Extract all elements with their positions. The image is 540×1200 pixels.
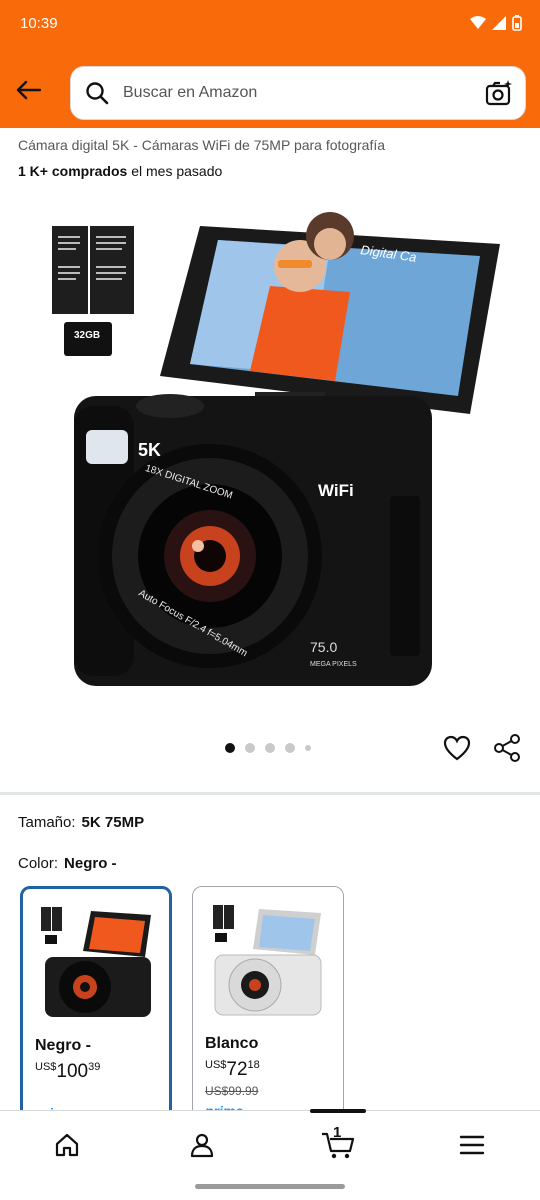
swatch-thumbnail bbox=[41, 907, 151, 1017]
wifi-signal-icon bbox=[470, 16, 486, 29]
purchase-count: 1 K+ comprados el mes pasado bbox=[18, 163, 222, 179]
purchase-count-rest: el mes pasado bbox=[127, 163, 223, 179]
account-icon bbox=[190, 1133, 214, 1158]
megapixels-label: 75.0 bbox=[310, 639, 337, 655]
heart-icon[interactable] bbox=[442, 733, 472, 763]
search-icon bbox=[86, 82, 109, 105]
home-icon bbox=[55, 1133, 79, 1157]
swatch-price: US$10039 bbox=[35, 1061, 100, 1083]
size-value: 5K 75MP bbox=[81, 814, 145, 831]
camera-lens: 18X DIGITAL ZOOM Auto Focus F/2.4 f=5.04… bbox=[98, 444, 322, 668]
status-time: 10:39 bbox=[20, 15, 58, 32]
sd-card-label: 32GB bbox=[74, 330, 100, 341]
list-price-strikethrough: US$99.99 bbox=[205, 1084, 259, 1098]
gallery-dots bbox=[225, 743, 311, 753]
cell-signal-icon bbox=[492, 16, 506, 30]
product-title[interactable]: Cámara digital 5K - Cámaras WiFi de 75MP… bbox=[18, 137, 385, 153]
sd-card-accessory: 32GB bbox=[64, 322, 112, 356]
back-arrow-icon bbox=[16, 80, 41, 100]
price-fraction: 39 bbox=[88, 1061, 101, 1073]
color-selector: Color: Negro - bbox=[18, 855, 117, 872]
swatch-name: Negro - bbox=[35, 1037, 91, 1054]
size-label: Tamaño: bbox=[18, 814, 76, 831]
cart-count: 1 bbox=[333, 1124, 342, 1141]
gallery-dot[interactable] bbox=[225, 743, 235, 753]
battery-accessory bbox=[52, 226, 134, 314]
active-tab-indicator bbox=[310, 1109, 366, 1113]
price-currency: US$ bbox=[205, 1059, 227, 1071]
back-button[interactable] bbox=[10, 72, 46, 108]
swatch-negro[interactable]: Negro - US$10039 prime bbox=[20, 886, 172, 1126]
bottom-nav: 1 bbox=[0, 1109, 540, 1200]
product-image[interactable]: 32GB Digital Ca 5K WiFi 75.0 MEGA PIXELS… bbox=[30, 196, 510, 696]
wifi-label: WiFi bbox=[318, 481, 354, 500]
nav-account[interactable] bbox=[182, 1127, 222, 1163]
status-icons bbox=[470, 15, 522, 31]
search-input[interactable] bbox=[123, 67, 463, 119]
purchase-count-bold: 1 K+ comprados bbox=[18, 163, 128, 179]
megapixels-unit-label: MEGA PIXELS bbox=[310, 661, 357, 668]
nav-menu[interactable] bbox=[452, 1127, 492, 1163]
swatch-name: Blanco bbox=[205, 1035, 259, 1052]
gesture-bar bbox=[195, 1184, 345, 1189]
price-whole: 100 bbox=[56, 1061, 89, 1082]
size-selector: Tamaño: 5K 75MP bbox=[18, 814, 144, 831]
swatch-blanco[interactable]: Blanco US$7218 US$99.99 prime bbox=[192, 886, 344, 1126]
color-value: Negro - bbox=[64, 855, 117, 872]
five-k-label: 5K bbox=[138, 440, 161, 460]
battery-icon bbox=[512, 15, 522, 31]
search-header bbox=[0, 52, 540, 128]
gallery-dot[interactable] bbox=[285, 743, 295, 753]
flip-screen: Digital Ca bbox=[160, 212, 500, 424]
price-currency: US$ bbox=[35, 1061, 57, 1073]
search-box[interactable] bbox=[70, 66, 526, 120]
swatch-price: US$7218 bbox=[205, 1059, 260, 1081]
section-divider bbox=[0, 792, 540, 795]
color-label: Color: bbox=[18, 855, 59, 872]
swatch-thumbnail bbox=[213, 905, 322, 1016]
gallery-dot[interactable] bbox=[245, 743, 255, 753]
share-icon[interactable] bbox=[492, 733, 522, 763]
status-bar: 10:39 bbox=[0, 0, 540, 52]
nav-home[interactable] bbox=[47, 1127, 87, 1163]
gallery-dot[interactable] bbox=[265, 743, 275, 753]
menu-icon bbox=[459, 1135, 485, 1155]
nav-cart[interactable]: 1 bbox=[318, 1124, 358, 1163]
price-fraction: 18 bbox=[247, 1059, 260, 1071]
camera-search-icon[interactable] bbox=[485, 79, 513, 107]
price-whole: 72 bbox=[226, 1059, 248, 1080]
gallery-dot[interactable] bbox=[305, 745, 311, 751]
